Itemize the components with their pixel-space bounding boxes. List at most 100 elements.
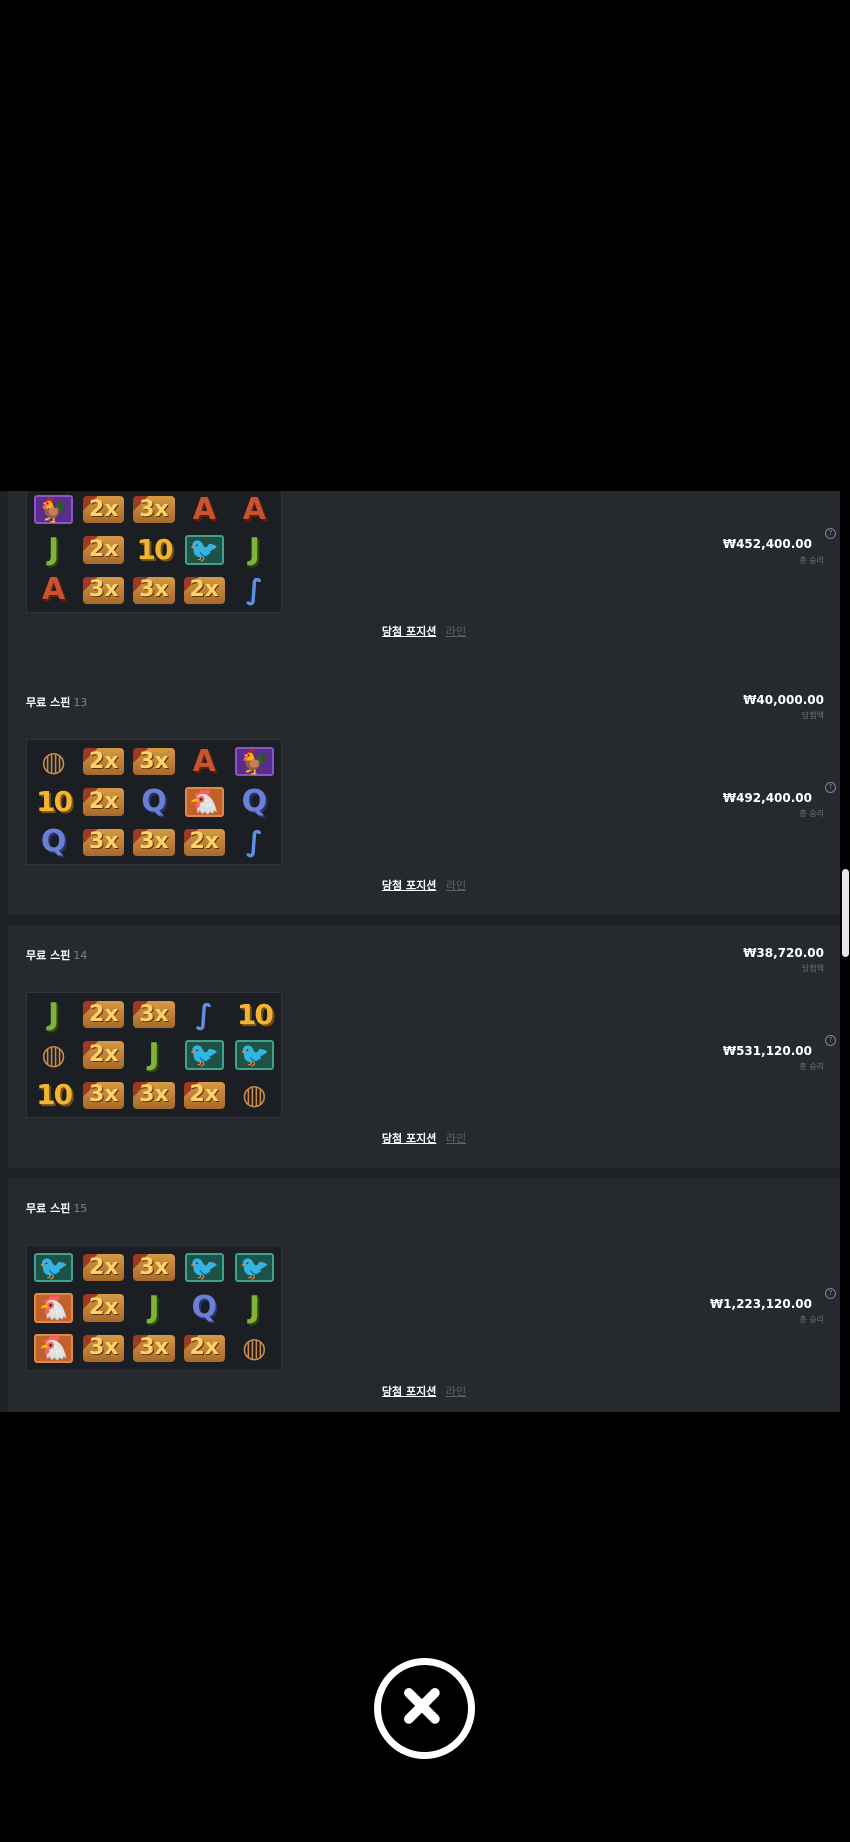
free-spin-label: 무료 스핀 — [26, 696, 71, 709]
close-button[interactable] — [374, 1658, 475, 1759]
symbol-2x: 2x — [83, 748, 125, 776]
symbol-chicken: 🐔 — [34, 1333, 74, 1363]
symbol-2x: 2x — [83, 496, 125, 524]
symbol-2x: 2x — [83, 1001, 125, 1029]
spin-win-amount: ₩38,720.00 — [743, 946, 824, 960]
symbol-2x: 2x — [183, 576, 225, 604]
symbol-a: A — [192, 491, 216, 527]
symbol-nest: ◍ — [242, 1331, 267, 1365]
symbol-nest: ◍ — [242, 1078, 267, 1112]
symbol-10: 10 — [136, 532, 174, 566]
spin-win-label: 당첨액 — [801, 711, 824, 720]
scrollbar-thumb[interactable] — [842, 869, 849, 957]
symbol-rooster: 🐓 — [34, 495, 74, 525]
symbol-10: 10 — [36, 1078, 73, 1112]
total-win-amount: ₩492,400.00 — [722, 791, 812, 805]
symbol-3x: 3x — [133, 748, 175, 776]
total-win-label: 총 승리 — [799, 556, 824, 565]
winning-positions-link[interactable]: 당첨 포지션 — [382, 625, 436, 638]
symbol-3x: 3x — [83, 1334, 125, 1362]
symbol-2x: 2x — [83, 1254, 125, 1282]
symbol-2x: 2x — [183, 1081, 225, 1109]
symbol-purplebird: 🐦 — [184, 1253, 224, 1283]
free-spin-label: 무료 스핀 — [26, 949, 71, 962]
lines-link[interactable]: 라인 — [446, 1132, 466, 1145]
symbol-purplebird: 🐦 — [34, 1253, 74, 1283]
help-icon[interactable]: ? — [825, 1035, 836, 1046]
symbol-purplebird: 🐦 — [234, 1253, 274, 1283]
result-links: 당첨 포지션 라인 — [8, 877, 840, 893]
total-win-label: 총 승리 — [799, 1062, 824, 1071]
free-spin-title: 무료 스핀 13 — [26, 694, 87, 710]
help-icon[interactable]: ? — [825, 1288, 836, 1299]
winning-positions-link[interactable]: 당첨 포지션 — [382, 1132, 436, 1145]
symbol-3x: 3x — [83, 828, 125, 856]
lines-link[interactable]: 라인 — [446, 625, 466, 638]
symbol-3x: 3x — [133, 1081, 175, 1109]
symbol-worm: ∫ — [195, 997, 213, 1031]
reel-grid: 🐓 2x 3x A A J 2x 10 🐦 J A 3x 3x 2x ∫ — [26, 491, 282, 613]
total-win-amount: ₩1,223,120.00 — [709, 1297, 812, 1311]
spin-card: 무료 스핀 14 ₩38,720.00 당첨액 J 2x 3x ∫ 10 ◍ 2x J 🐦 🐦 10 3… — [8, 925, 840, 1168]
symbol-2x: 2x — [83, 788, 125, 816]
symbol-a: A — [242, 491, 266, 527]
symbol-chicken: 🐔 — [34, 1293, 74, 1323]
result-links: 당첨 포지션 라인 — [8, 1383, 840, 1399]
total-win-label: 총 승리 — [799, 809, 824, 818]
symbol-3x: 3x — [133, 1334, 175, 1362]
symbol-10: 10 — [36, 784, 73, 818]
scrollbar[interactable] — [841, 491, 850, 1412]
spin-win-amount: ₩40,000.00 — [743, 693, 824, 707]
symbol-3x: 3x — [133, 828, 175, 856]
symbol-3x: 3x — [133, 1001, 175, 1029]
symbol-nest: ◍ — [41, 1037, 66, 1071]
symbol-2x: 2x — [83, 536, 125, 564]
symbol-2x: 2x — [183, 828, 225, 856]
winning-positions-link[interactable]: 당첨 포지션 — [382, 1385, 436, 1398]
spin-number: 14 — [73, 949, 88, 962]
symbol-3x: 3x — [83, 1081, 125, 1109]
symbol-greenbird: 🐦 — [184, 535, 224, 565]
symbol-10: 10 — [236, 997, 274, 1031]
symbol-greenbird: 🐦 — [184, 1040, 224, 1070]
symbol-purplebird: 🐦 — [234, 1040, 274, 1070]
spin-win-label: 당첨액 — [801, 964, 824, 973]
total-win-amount: ₩452,400.00 — [722, 537, 812, 551]
symbol-j: J — [248, 531, 260, 567]
symbol-a: A — [192, 743, 216, 779]
symbol-2x: 2x — [83, 1041, 125, 1069]
reel-grid: 🐦 2x 3x 🐦 🐦 🐔 2x J Q J 🐔 3x 3x 2x ◍ — [26, 1245, 282, 1371]
lines-link[interactable]: 라인 — [446, 879, 466, 892]
reel-grid: ◍ 2x 3x A 🐓 10 2x Q 🐔 Q Q 3x 3x 2x ∫ — [26, 739, 282, 865]
spin-card: 무료 스핀 13 ₩40,000.00 당첨액 ◍ 2x 3x A 🐓 10 2x Q 🐔 Q Q 3x… — [8, 672, 840, 915]
symbol-q: Q — [141, 783, 167, 819]
symbol-3x: 3x — [133, 1254, 175, 1282]
result-links: 당첨 포지션 라인 — [8, 1130, 840, 1146]
help-icon[interactable]: ? — [825, 782, 836, 793]
symbol-q: Q — [241, 783, 268, 819]
result-links: 당첨 포지션 라인 — [8, 623, 840, 639]
total-win-label: 총 승리 — [799, 1315, 824, 1324]
symbol-nest: ◍ — [41, 744, 66, 778]
symbol-j: J — [148, 1036, 160, 1072]
symbol-j: J — [48, 996, 60, 1032]
symbol-j: J — [248, 1289, 260, 1325]
winning-positions-link[interactable]: 당첨 포지션 — [382, 879, 436, 892]
symbol-a: A — [41, 572, 66, 608]
free-spin-title: 무료 스핀 14 — [26, 947, 87, 963]
spin-number: 13 — [73, 696, 88, 709]
reel-grid: J 2x 3x ∫ 10 ◍ 2x J 🐦 🐦 10 3x 3x 2x ◍ — [26, 992, 282, 1118]
spin-history-panel: 🐓 2x 3x A A J 2x 10 🐦 J A 3x 3x 2x ∫ ₩452,400.00 ? 총 승… — [0, 491, 840, 1412]
symbol-q: Q — [191, 1289, 217, 1325]
symbol-worm: ∫ — [245, 825, 263, 859]
symbol-2x: 2x — [183, 1334, 225, 1362]
spin-card: 무료 스핀 15 🐦 2x 3x 🐦 🐦 🐔 2x J Q J 🐔 3x 3x 2x ◍ ₩1,223,120… — [8, 1178, 840, 1412]
close-icon — [404, 1688, 440, 1724]
symbol-3x: 3x — [83, 576, 125, 604]
lines-link[interactable]: 라인 — [446, 1385, 466, 1398]
symbol-worm: ∫ — [245, 573, 263, 607]
symbol-j: J — [148, 1289, 160, 1325]
help-icon[interactable]: ? — [825, 528, 836, 539]
total-win-amount: ₩531,120.00 — [722, 1044, 812, 1058]
free-spin-title: 무료 스핀 15 — [26, 1200, 87, 1216]
